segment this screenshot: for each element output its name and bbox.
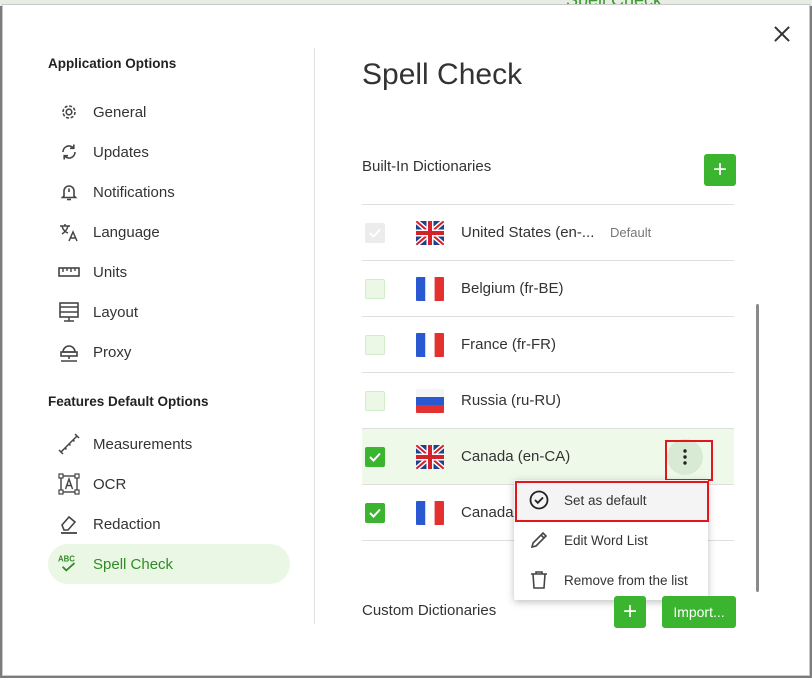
dictionary-name: United States (en-...	[461, 224, 595, 241]
trash-icon	[528, 569, 550, 591]
sidebar-item-label: Spell Check	[93, 555, 174, 573]
sidebar-item-redaction[interactable]: Redaction	[48, 504, 290, 544]
remove-from-list-menu-item[interactable]: Remove from the list	[514, 560, 708, 600]
dictionary-checkbox[interactable]	[365, 390, 385, 411]
french-flag-icon	[416, 332, 444, 357]
page-title: Spell Check	[362, 58, 523, 91]
sidebar-divider	[314, 48, 315, 624]
uk-flag-icon	[416, 220, 444, 245]
sidebar-item-measurements[interactable]: Measurements	[48, 424, 290, 464]
dictionary-context-menu: Set as default Edit Word List Remove fro…	[514, 480, 708, 600]
svg-text:ABC: ABC	[58, 554, 75, 563]
add-dictionary-button[interactable]: +	[704, 154, 736, 186]
sidebar-item-spell-check[interactable]: ABC Spell Check	[48, 544, 290, 584]
dictionary-checkbox[interactable]	[365, 278, 385, 299]
gear-icon	[58, 101, 80, 123]
dictionary-name: Canada (en-CA)	[461, 448, 571, 465]
edit-word-list-menu-item[interactable]: Edit Word List	[514, 520, 708, 560]
sidebar-item-general[interactable]: General	[48, 92, 290, 132]
uk-flag-icon	[416, 444, 444, 469]
sidebar-item-label: Redaction	[93, 515, 161, 533]
set-as-default-menu-item[interactable]: Set as default	[514, 480, 708, 520]
custom-dictionaries-label: Custom Dictionaries	[362, 602, 497, 619]
sidebar-item-language[interactable]: Language	[48, 212, 290, 252]
menu-item-label: Edit Word List	[564, 532, 648, 548]
sidebar-item-units[interactable]: Units	[48, 252, 290, 292]
features-default-options-title: Features Default Options	[48, 394, 209, 409]
proxy-icon	[58, 341, 80, 363]
more-vertical-icon	[683, 448, 687, 465]
sidebar: Application Options General Updates Noti…	[48, 56, 290, 584]
layout-icon	[58, 301, 80, 323]
pencil-icon	[528, 529, 550, 551]
sidebar-item-label: Notifications	[93, 183, 175, 201]
dictionary-row-united-states[interactable]: United States (en-... Default	[362, 205, 734, 261]
close-icon[interactable]	[771, 23, 793, 45]
list-scrollbar[interactable]	[756, 304, 759, 592]
ocr-icon	[58, 473, 80, 495]
sidebar-item-label: Layout	[93, 303, 139, 321]
sidebar-item-label: Language	[93, 223, 160, 241]
dictionary-row-france[interactable]: France (fr-FR)	[362, 317, 734, 373]
spellcheck-icon: ABC	[58, 553, 80, 575]
ruler-icon	[58, 261, 80, 283]
menu-item-label: Remove from the list	[564, 572, 688, 588]
check-circle-icon	[528, 489, 550, 511]
default-badge: Default	[610, 225, 652, 240]
dictionary-name: Canada	[461, 504, 514, 521]
built-in-dictionaries-label: Built-In Dictionaries	[362, 158, 492, 175]
sidebar-item-label: General	[93, 103, 147, 121]
russian-flag-icon	[416, 388, 444, 413]
sidebar-item-label: Measurements	[93, 435, 193, 453]
menu-item-label: Set as default	[564, 492, 647, 508]
dictionary-name: Russia (ru-RU)	[461, 392, 562, 409]
measure-icon	[58, 433, 80, 455]
dictionary-row-canada-en[interactable]: Canada (en-CA)	[362, 429, 734, 485]
sidebar-item-updates[interactable]: Updates	[48, 132, 290, 172]
sidebar-item-label: Proxy	[93, 343, 132, 361]
more-options-button[interactable]	[667, 438, 703, 475]
application-options-title: Application Options	[48, 56, 177, 71]
dictionary-name: Belgium (fr-BE)	[461, 280, 564, 297]
dictionary-row-belgium[interactable]: Belgium (fr-BE)	[362, 261, 734, 317]
dictionary-row-russia[interactable]: Russia (ru-RU)	[362, 373, 734, 429]
sidebar-item-label: OCR	[93, 475, 127, 493]
dictionary-checkbox[interactable]	[365, 334, 385, 355]
sidebar-item-ocr[interactable]: OCR	[48, 464, 290, 504]
sync-icon	[58, 141, 80, 163]
dictionary-checkbox	[365, 222, 385, 243]
sidebar-item-label: Updates	[93, 143, 149, 161]
sidebar-item-notifications[interactable]: Notifications	[48, 172, 290, 212]
eraser-icon	[58, 513, 80, 535]
sidebar-item-label: Units	[93, 263, 128, 281]
translate-icon	[58, 221, 80, 243]
import-button[interactable]: Import...	[662, 596, 736, 628]
french-flag-icon	[416, 500, 444, 525]
french-flag-icon	[416, 276, 444, 301]
sidebar-item-proxy[interactable]: Proxy	[48, 332, 290, 372]
dictionary-checkbox[interactable]	[365, 446, 385, 467]
dictionary-name: France (fr-FR)	[461, 336, 556, 353]
bell-icon	[58, 181, 80, 203]
sidebar-item-layout[interactable]: Layout	[48, 292, 290, 332]
add-custom-dictionary-button[interactable]: +	[614, 596, 646, 628]
dictionary-checkbox[interactable]	[365, 502, 385, 523]
